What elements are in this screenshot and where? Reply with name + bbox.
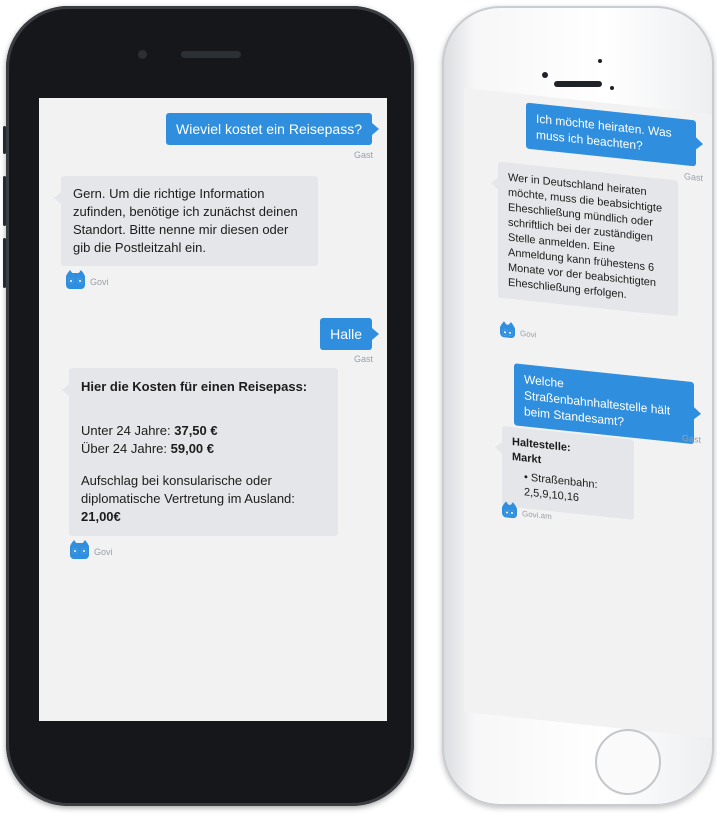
sender-label: Gast (684, 171, 704, 184)
home-button[interactable] (595, 729, 661, 795)
cost-label: Aufschlag bei konsularische oder diploma… (81, 473, 295, 506)
bot-message-bubble: Gern. Um die richtige Information zufind… (54, 176, 318, 266)
bot-message-text: Gern. Um die richtige Information zufind… (73, 186, 298, 255)
volume-up-button (3, 176, 6, 226)
user-message-bubble: Ich möchte heiraten. Was muss ich beacht… (526, 102, 696, 167)
owl-icon (70, 540, 89, 559)
tram-lines-text: Straßenbahn: 2,5,9,10,16 (524, 472, 598, 505)
bot-cost-card: Hier die Kosten für einen Reisepass: Unt… (62, 368, 338, 536)
bot-name-label: Govi.am (522, 509, 552, 522)
bot-tram-card: Haltestelle: Markt • Straßenbahn: 2,5,9,… (502, 425, 634, 520)
user-message-bubble: Wieviel kostet ein Reisepass? (166, 113, 379, 145)
earpiece-speaker (181, 51, 241, 58)
cost-title: Hier die Kosten für einen Reisepass: (81, 379, 308, 394)
chat-screen-2: Ich möchte heiraten. Was muss ich beacht… (464, 88, 712, 739)
owl-icon (502, 501, 517, 519)
cost-label: Unter 24 Jahre: (81, 423, 171, 438)
phone-black: Wieviel kostet ein Reisepass? Gast Gern.… (3, 6, 414, 806)
user-message-text: Halle (330, 326, 362, 342)
front-camera (138, 50, 147, 59)
proximity-sensor (610, 86, 614, 90)
cost-row-surcharge: Aufschlag bei konsularische oder diploma… (81, 472, 326, 526)
cost-value: 21,00€ (81, 509, 121, 524)
bullet-icon: • (524, 471, 528, 484)
sensor-dot (598, 59, 602, 63)
cost-value: 37,50 € (174, 423, 218, 438)
sender-label: Gast (353, 354, 373, 364)
user-message-text: Welche Straßenbahnhaltestelle hält beim … (524, 372, 671, 429)
chat-screen-1: Wieviel kostet ein Reisepass? Gast Gern.… (39, 98, 387, 721)
cost-label: Über 24 Jahre: (81, 441, 167, 456)
sender-label: Gast (682, 432, 702, 445)
sender-label: Gast (353, 150, 373, 160)
bot-message-text: Wer in Deutschland heiraten möchte, muss… (508, 171, 663, 302)
cost-value: 59,00 € (170, 441, 214, 456)
earpiece-speaker (554, 81, 602, 87)
user-message-bubble: Halle (320, 318, 379, 350)
bot-message-bubble: Wer in Deutschland heiraten möchte, muss… (498, 161, 678, 317)
owl-icon (66, 270, 85, 289)
user-message-text: Ich möchte heiraten. Was muss ich beacht… (536, 111, 672, 153)
mute-switch (3, 126, 6, 154)
volume-down-button (3, 238, 6, 288)
front-camera (542, 72, 548, 78)
cost-row-over-24: Über 24 Jahre: 59,00 € (81, 440, 326, 458)
bot-name-label: Govi (520, 328, 537, 340)
user-message-text: Wieviel kostet ein Reisepass? (176, 121, 362, 137)
bot-name-label: Govi (90, 277, 109, 287)
bot-name-label: Govi (94, 547, 113, 557)
phone-white: Ich möchte heiraten. Was muss ich beacht… (442, 6, 714, 806)
cost-row-under-24: Unter 24 Jahre: 37,50 € (81, 422, 326, 440)
owl-icon (500, 320, 515, 339)
tram-line-item: • Straßenbahn: 2,5,9,10,16 (512, 469, 624, 511)
